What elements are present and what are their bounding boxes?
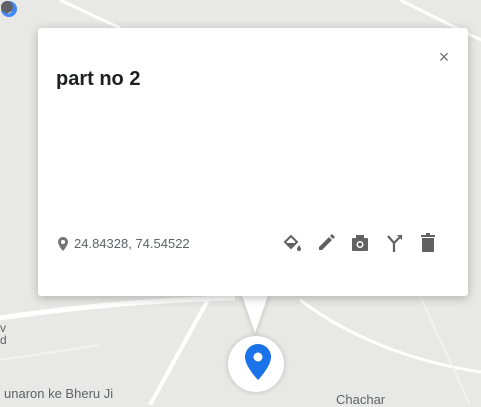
camera-icon [352, 235, 368, 251]
map-place-label[interactable]: unaron ke Bheru Ji [4, 386, 113, 401]
trash-icon [421, 233, 435, 252]
delete-button[interactable] [416, 231, 440, 255]
coordinates-text: 24.84328, 74.54522 [74, 236, 190, 251]
fill-color-icon [283, 234, 301, 251]
feature-title[interactable]: part no 2 [56, 68, 140, 91]
feature-info-card: part no 2 × 24.84328, 74.54522 [38, 28, 468, 296]
card-pointer [241, 293, 269, 333]
map-pin-icon[interactable] [245, 344, 271, 380]
close-button[interactable]: × [434, 47, 454, 67]
map-side-label: v d [0, 321, 7, 347]
edit-button[interactable] [314, 231, 338, 255]
add-photo-button[interactable] [348, 231, 372, 255]
route-icon [387, 235, 402, 252]
location-pin-icon [58, 236, 68, 251]
directions-button[interactable] [382, 231, 406, 255]
coordinates: 24.84328, 74.54522 [58, 236, 190, 251]
fill-color-button[interactable] [280, 231, 304, 255]
card-actions [270, 231, 440, 255]
poi-marker-icon[interactable] [0, 0, 14, 14]
pencil-icon [319, 234, 335, 250]
